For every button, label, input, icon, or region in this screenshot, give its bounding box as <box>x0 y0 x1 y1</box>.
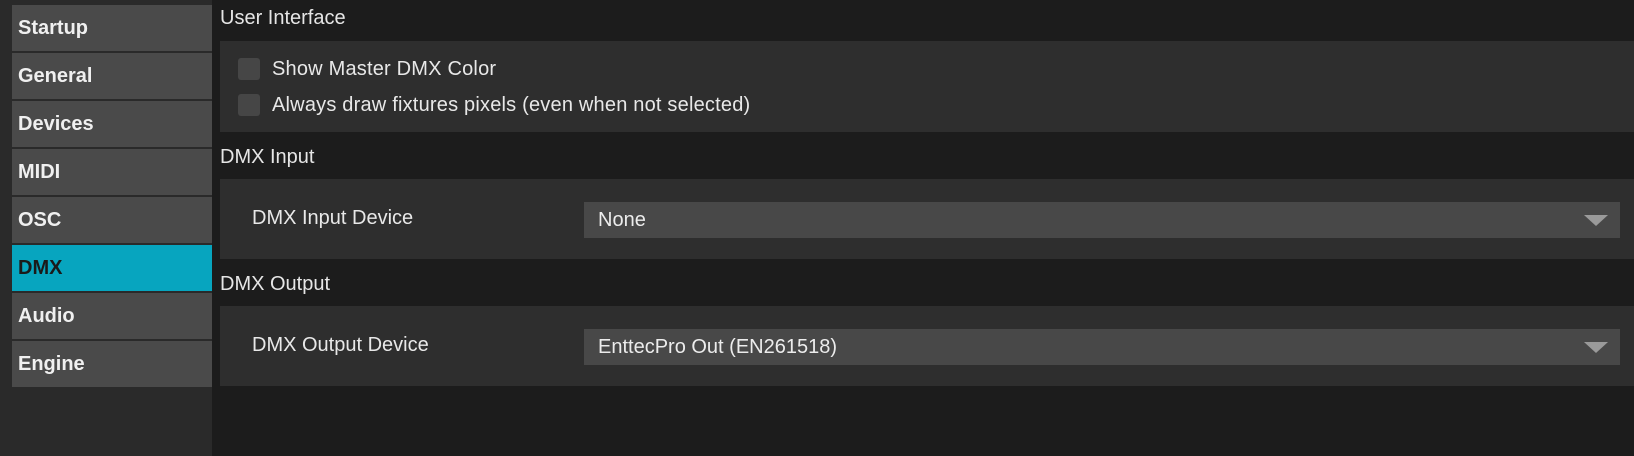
sidebar-item-devices[interactable]: Devices <box>12 101 212 149</box>
preferences-window: Startup General Devices MIDI OSC DMX Aud… <box>0 0 1634 456</box>
sidebar-item-osc[interactable]: OSC <box>12 197 212 245</box>
show-master-dmx-color-label: Show Master DMX Color <box>272 57 497 80</box>
sidebar: Startup General Devices MIDI OSC DMX Aud… <box>0 0 212 456</box>
section-title-user-interface: User Interface <box>220 7 346 29</box>
section-title-dmx-input: DMX Input <box>220 146 315 168</box>
dmx-output-device-value: EnttecPro Out (EN261518) <box>598 335 838 358</box>
dmx-output-device-dropdown[interactable]: EnttecPro Out (EN261518) <box>584 329 1620 365</box>
show-master-dmx-color-row[interactable]: Show Master DMX Color <box>238 56 496 82</box>
chevron-down-icon <box>1584 215 1608 226</box>
sidebar-item-engine[interactable]: Engine <box>12 341 212 389</box>
section-title-dmx-output: DMX Output <box>220 273 331 295</box>
always-draw-pixels-row[interactable]: Always draw fixtures pixels (even when n… <box>238 92 750 118</box>
user-interface-panel: Show Master DMX Color Always draw fixtur… <box>220 41 1634 132</box>
dmx-input-device-label: DMX Input Device <box>252 207 414 229</box>
always-draw-pixels-label: Always draw fixtures pixels (even when n… <box>272 93 751 116</box>
sidebar-item-startup[interactable]: Startup <box>12 5 212 53</box>
dmx-output-panel: DMX Output Device EnttecPro Out (EN26151… <box>220 306 1634 386</box>
sidebar-item-audio[interactable]: Audio <box>12 293 212 341</box>
settings-content: User Interface Show Master DMX Color Alw… <box>212 0 1634 456</box>
dmx-input-device-value: None <box>598 208 646 231</box>
chevron-down-icon <box>1584 342 1608 353</box>
dmx-input-device-dropdown[interactable]: None <box>584 202 1620 238</box>
dmx-output-device-label: DMX Output Device <box>252 334 429 356</box>
sidebar-item-general[interactable]: General <box>12 53 212 101</box>
dmx-input-panel: DMX Input Device None <box>220 179 1634 259</box>
sidebar-item-midi[interactable]: MIDI <box>12 149 212 197</box>
always-draw-pixels-checkbox[interactable] <box>238 94 260 116</box>
show-master-dmx-color-checkbox[interactable] <box>238 58 260 80</box>
sidebar-item-dmx[interactable]: DMX <box>12 245 212 293</box>
